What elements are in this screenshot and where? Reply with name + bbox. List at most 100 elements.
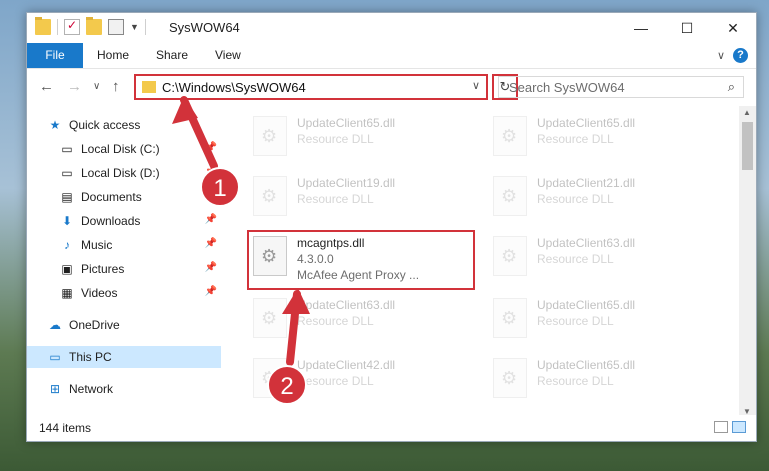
file-item[interactable]: UpdateClient63.dll Resource DLL xyxy=(247,292,477,342)
sidebar-item-pictures[interactable]: ▣ Pictures 📌 xyxy=(59,258,221,280)
forward-button[interactable]: → xyxy=(67,78,82,95)
file-list: UpdateClient65.dll Resource DLL UpdateCl… xyxy=(237,106,737,416)
navigation-pane: ★ Quick access ▭ Local Disk (C:) 📌 ▭ Loc… xyxy=(27,106,227,412)
network-icon: ⊞ xyxy=(49,382,61,396)
pin-icon: 📌 xyxy=(204,166,217,177)
sidebar-item-local-disk-c[interactable]: ▭ Local Disk (C:) 📌 xyxy=(59,138,221,160)
pin-icon: 📌 xyxy=(204,262,217,273)
vertical-scrollbar[interactable]: ▲ ▼ xyxy=(739,106,756,418)
dll-file-icon xyxy=(253,358,287,398)
drive-icon: ▭ xyxy=(61,142,73,156)
file-type: Resource DLL xyxy=(537,192,614,206)
file-type: Resource DLL xyxy=(297,374,374,388)
help-icon[interactable]: ? xyxy=(733,48,748,63)
file-type: Resource DLL xyxy=(537,252,614,266)
search-input[interactable]: Search SysWOW64 ⌕ xyxy=(498,76,744,98)
file-name: UpdateClient63.dll xyxy=(297,298,396,312)
toolbar-divider xyxy=(144,19,146,35)
pin-icon: 📌 xyxy=(204,214,217,225)
maximize-button[interactable]: ☐ xyxy=(664,13,710,43)
sidebar-item-label: Music xyxy=(81,238,113,252)
star-icon: ★ xyxy=(49,118,61,132)
file-type: Resource DLL xyxy=(537,374,614,388)
file-item[interactable]: UpdateClient65.dll Resource DLL xyxy=(247,110,477,160)
navigation-bar: ← → ∨ ↑ C:\Windows\SysWOW64 ∨ ↻ Search S… xyxy=(27,70,756,104)
up-button[interactable]: ↑ xyxy=(112,78,120,95)
sidebar-item-label: Videos xyxy=(81,286,118,300)
quick-access-toolbar: ▼ xyxy=(35,17,146,35)
search-icon[interactable]: ⌕ xyxy=(728,79,735,95)
tab-file[interactable]: File xyxy=(27,43,83,68)
properties-icon[interactable] xyxy=(108,19,124,35)
file-name: UpdateClient63.dll xyxy=(537,236,636,250)
window-title: SysWOW64 xyxy=(169,20,240,35)
tab-view[interactable]: View xyxy=(203,43,253,68)
close-button[interactable]: ✕ xyxy=(710,13,756,43)
dll-file-icon xyxy=(253,176,287,216)
file-item[interactable]: UpdateClient65.dll Resource DLL xyxy=(487,292,717,342)
sidebar-item-documents[interactable]: ▤ Documents 📌 xyxy=(59,186,221,208)
ribbon-collapse-icon[interactable]: ∨ xyxy=(717,49,725,62)
sidebar-item-label: Local Disk (D:) xyxy=(81,166,160,180)
sidebar-item-videos[interactable]: ▦ Videos 📌 xyxy=(59,282,221,304)
address-dropdown-icon[interactable]: ∨ xyxy=(472,79,480,92)
address-bar[interactable]: C:\Windows\SysWOW64 ∨ xyxy=(134,74,488,100)
dll-file-icon xyxy=(253,298,287,338)
sidebar-item-network[interactable]: ⊞ Network xyxy=(47,378,241,400)
toolbar-divider xyxy=(57,19,58,35)
dll-file-icon xyxy=(493,298,527,338)
documents-icon: ▤ xyxy=(61,190,73,204)
status-bar: 144 items xyxy=(27,415,756,441)
pin-icon: 📌 xyxy=(204,238,217,249)
file-name: UpdateClient19.dll xyxy=(297,176,396,190)
sidebar-item-this-pc[interactable]: ▭ This PC xyxy=(27,346,221,368)
sidebar-item-quick-access[interactable]: ★ Quick access xyxy=(47,114,241,136)
file-item[interactable]: UpdateClient42.dll Resource DLL xyxy=(247,352,477,402)
new-folder-icon[interactable] xyxy=(86,17,102,35)
sidebar-item-label: Network xyxy=(69,382,114,396)
item-count: 144 items xyxy=(39,421,92,435)
sidebar-item-downloads[interactable]: ⬇ Downloads 📌 xyxy=(59,210,221,232)
folder-icon xyxy=(35,17,51,35)
customize-toolbar-icon[interactable]: ▼ xyxy=(130,22,139,32)
file-name: UpdateClient65.dll xyxy=(537,116,636,130)
tab-home[interactable]: Home xyxy=(85,43,141,68)
tab-share[interactable]: Share xyxy=(144,43,200,68)
file-name: UpdateClient65.dll xyxy=(537,358,636,372)
address-path[interactable]: C:\Windows\SysWOW64 xyxy=(162,80,306,95)
minimize-button[interactable]: — xyxy=(618,13,664,43)
file-item[interactable]: UpdateClient21.dll Resource DLL xyxy=(487,170,717,220)
details-view-icon[interactable] xyxy=(714,421,728,433)
sidebar-item-music[interactable]: ♪ Music 📌 xyxy=(59,234,221,256)
downloads-icon: ⬇ xyxy=(61,214,73,228)
file-item[interactable]: UpdateClient65.dll Resource DLL xyxy=(487,110,717,160)
tiles-view-icon[interactable] xyxy=(732,421,746,433)
recent-locations-button[interactable]: ∨ xyxy=(93,81,100,92)
videos-icon: ▦ xyxy=(61,286,73,300)
back-button[interactable]: ← xyxy=(39,78,54,95)
file-type: Resource DLL xyxy=(537,314,614,328)
pin-icon: 📌 xyxy=(204,142,217,153)
pictures-icon: ▣ xyxy=(61,262,73,276)
sidebar-item-label: Pictures xyxy=(81,262,125,276)
scrollbar-thumb[interactable] xyxy=(742,122,753,170)
file-item[interactable]: UpdateClient63.dll Resource DLL xyxy=(487,230,717,280)
sidebar-item-onedrive[interactable]: ☁ OneDrive xyxy=(47,314,241,336)
file-name: UpdateClient21.dll xyxy=(537,176,636,190)
ribbon-tabs: File Home Share View ∨ ? xyxy=(27,43,756,69)
search-placeholder: Search SysWOW64 xyxy=(509,80,625,95)
scroll-up-icon[interactable]: ▲ xyxy=(743,108,751,117)
file-item[interactable]: UpdateClient19.dll Resource DLL xyxy=(247,170,477,220)
file-type: Resource DLL xyxy=(297,192,374,206)
file-item[interactable]: UpdateClient65.dll Resource DLL xyxy=(487,352,717,402)
drive-icon: ▭ xyxy=(61,166,73,180)
sidebar-item-local-disk-d[interactable]: ▭ Local Disk (D:) 📌 xyxy=(59,162,221,184)
pin-icon: 📌 xyxy=(204,190,217,201)
file-type: Resource DLL xyxy=(297,132,374,146)
sidebar-item-label: Local Disk (C:) xyxy=(81,142,160,156)
properties-check-icon[interactable] xyxy=(64,18,80,35)
view-switcher xyxy=(714,421,746,433)
dll-file-icon xyxy=(493,176,527,216)
sidebar-item-label: This PC xyxy=(69,350,112,364)
folder-icon xyxy=(142,81,156,93)
